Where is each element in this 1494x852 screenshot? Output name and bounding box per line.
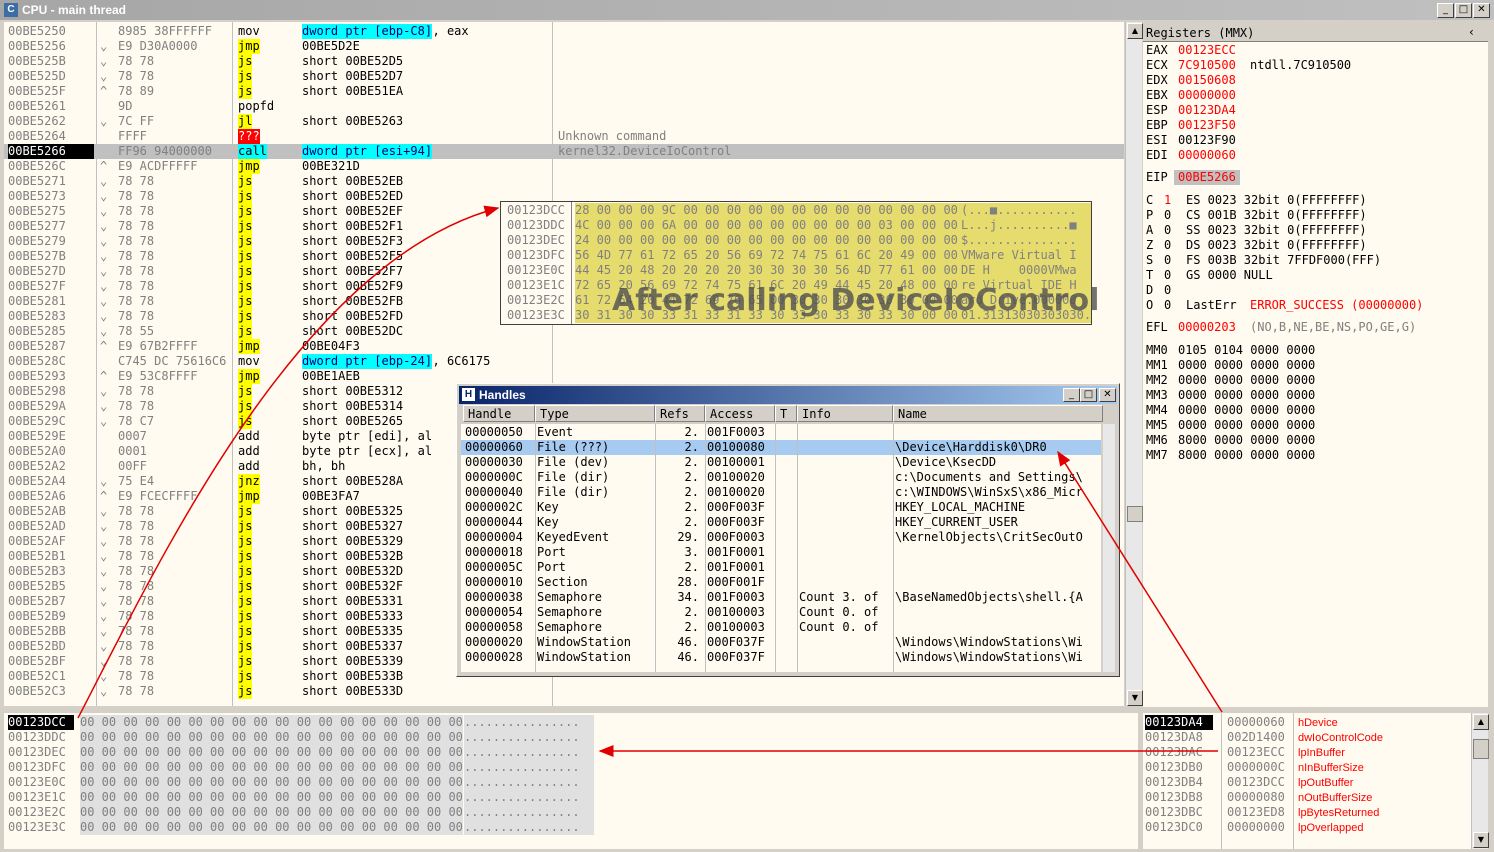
arrow-outbuffer: [77, 205, 500, 719]
annotation-arrows: [77, 205, 1223, 757]
arrow-hdevice: [1057, 450, 1223, 713]
